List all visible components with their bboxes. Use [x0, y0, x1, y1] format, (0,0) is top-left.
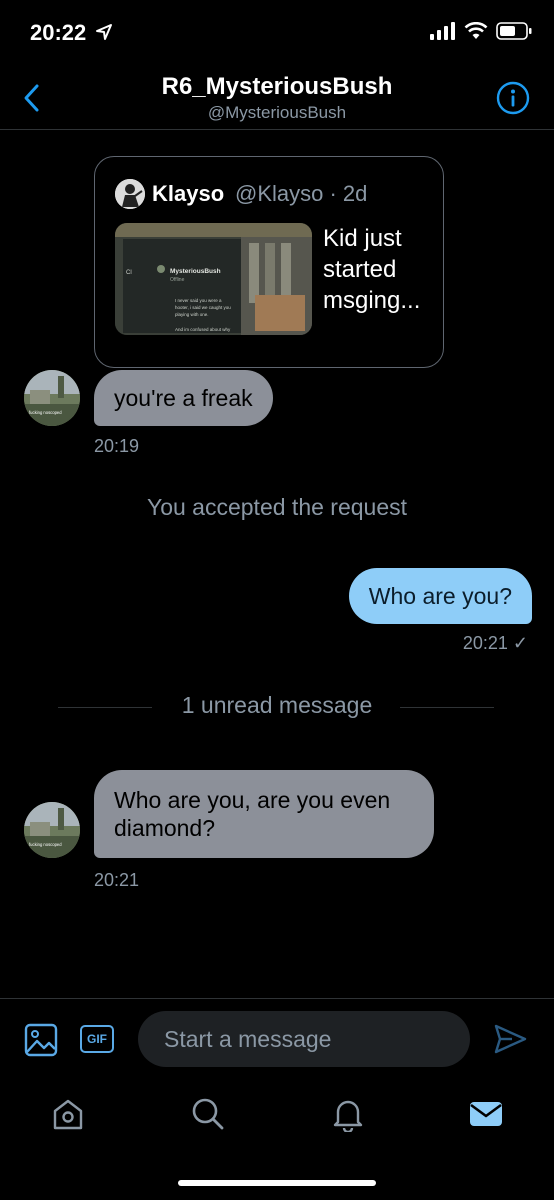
- conversation-handle: @MysteriousBush: [207, 103, 347, 122]
- quoted-author-name: Klayso: [152, 181, 225, 206]
- sender-avatar[interactable]: fucking noscoped: [24, 370, 80, 426]
- preview-status: Offline: [170, 277, 185, 283]
- location-arrow-icon: [96, 24, 112, 40]
- send-icon[interactable]: [492, 1021, 528, 1057]
- notifications-icon[interactable]: [330, 1096, 366, 1132]
- wifi-icon: [464, 22, 488, 39]
- quoted-tweet-image[interactable]: Cl MysteriousBush Offline I never said y…: [115, 223, 312, 335]
- message-timestamp: 20:19: [94, 436, 140, 456]
- avatar-caption: fucking noscoped: [29, 410, 62, 415]
- quoted-tweet-card[interactable]: Klayso @Klayso · 2d Cl MysteriousBush Of…: [94, 156, 444, 368]
- incoming-message-bubble[interactable]: Who are you, are you even diamond?: [94, 770, 434, 858]
- message-timestamp: 20:21: [94, 870, 140, 890]
- sender-avatar[interactable]: fucking noscoped: [24, 802, 80, 858]
- image-icon[interactable]: [24, 1023, 58, 1057]
- conversation-header: R6_MysteriousBush @MysteriousBush: [0, 62, 554, 130]
- status-bar: 20:22: [0, 0, 554, 60]
- preview-cl: Cl: [126, 270, 132, 276]
- preview-name: MysteriousBush: [170, 268, 221, 275]
- signal-icon: [430, 22, 455, 40]
- quoted-author-avatar: [115, 179, 145, 209]
- quoted-tweet-text: Kid just started msging...: [323, 225, 421, 314]
- status-time: 20:22: [30, 20, 87, 45]
- message-timestamp-read: 20:21 ✓: [462, 633, 528, 653]
- message-composer: GIF: [0, 998, 554, 1082]
- preview-line-2: hooter, i said we caught you: [175, 305, 231, 310]
- battery-icon: [496, 22, 532, 40]
- message-input[interactable]: [138, 1011, 470, 1067]
- preview-line-4: And im confused about why: [175, 327, 231, 332]
- request-accepted-notice: You accepted the request: [146, 494, 408, 520]
- home-icon[interactable]: [50, 1096, 86, 1132]
- bottom-tab-bar: [0, 1082, 554, 1152]
- home-indicator: [178, 1180, 376, 1186]
- info-icon[interactable]: [496, 81, 530, 115]
- incoming-message-bubble[interactable]: you're a freak: [94, 370, 273, 426]
- preview-line-1: I never said you were a: [175, 298, 222, 303]
- unread-messages-label: 1 unread message: [181, 692, 373, 718]
- avatar-caption: fucking noscoped: [29, 842, 62, 847]
- outgoing-message-bubble[interactable]: Who are you?: [348, 568, 532, 624]
- preview-line-3: playing with one.: [175, 312, 209, 317]
- messages-icon[interactable]: [468, 1096, 504, 1132]
- gif-icon[interactable]: GIF: [80, 1025, 114, 1053]
- conversation-title[interactable]: R6_MysteriousBush: [0, 73, 554, 101]
- quoted-author-handle: @Klayso · 2d: [235, 181, 368, 206]
- search-icon[interactable]: [190, 1096, 226, 1132]
